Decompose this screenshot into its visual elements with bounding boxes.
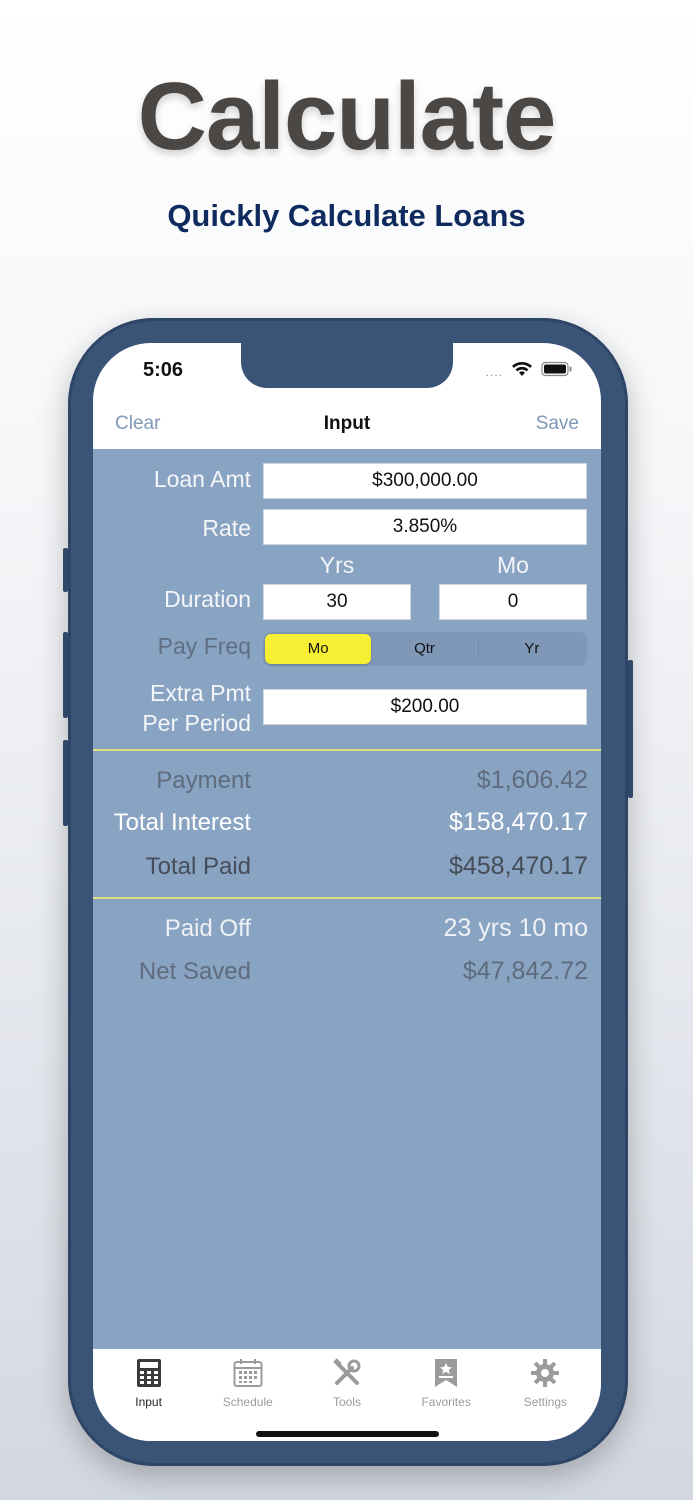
calendar-icon [203, 1355, 293, 1391]
total-paid-value: $458,470.17 [448, 852, 588, 880]
pay-freq-label: Pay Freq [157, 633, 251, 659]
wifi-icon [511, 361, 533, 382]
calculator-icon [104, 1355, 194, 1391]
total-interest-label: Total Interest [113, 809, 251, 836]
hero-subtitle: Quickly Calculate Loans [167, 198, 526, 233]
tab-input[interactable]: Input [104, 1349, 194, 1441]
home-indicator [256, 1431, 439, 1437]
pay-freq-yr[interactable]: Yr [479, 634, 585, 664]
tab-schedule-label: Schedule [222, 1395, 273, 1409]
save-button[interactable]: Save [536, 413, 579, 435]
loan-amt-field[interactable]: $300,000.00 [263, 463, 587, 499]
duration-mo-field[interactable]: 0 [439, 584, 587, 620]
tab-schedule[interactable]: Schedule [203, 1349, 293, 1441]
hero-title: Calculate [137, 63, 557, 170]
phone-power-button [628, 660, 633, 798]
duration-yrs-field[interactable]: 30 [263, 584, 411, 620]
notch [241, 343, 453, 388]
tab-bar: Input Schedule Tools Favorites Settings [93, 1349, 601, 1441]
nav-title: Input [323, 413, 371, 434]
paid-off-label: Paid Off [164, 915, 251, 942]
paid-off-value: 23 yrs 10 mo [443, 914, 588, 942]
phone-screen: 5:06 .... Clear Input Save Loan Amt $300… [93, 343, 601, 1441]
tab-favorites[interactable]: Favorites [401, 1349, 491, 1441]
gear-icon [500, 1355, 590, 1391]
rate-field[interactable]: 3.850% [263, 509, 587, 545]
bookmark-icon [401, 1355, 491, 1391]
payment-label: Payment [156, 767, 251, 794]
tab-input-label: Input [135, 1395, 162, 1409]
pay-freq-qtr[interactable]: Qtr [371, 634, 477, 664]
cellular-dots-icon: .... [485, 364, 503, 379]
yrs-header: Yrs [319, 552, 355, 578]
divider-line [93, 897, 601, 899]
tab-settings-label: Settings [523, 1395, 568, 1409]
payment-value: $1,606.42 [476, 766, 588, 794]
phone-volume-up [63, 632, 68, 718]
pay-freq-segmented-control: Mo Qtr Yr [263, 632, 587, 666]
input-panel: Loan Amt $300,000.00 Rate 3.850% Yrs Mo … [93, 449, 601, 1349]
net-saved-label: Net Saved [138, 958, 251, 985]
pay-freq-mo[interactable]: Mo [265, 634, 372, 664]
duration-label: Duration [164, 586, 251, 612]
tools-icon [302, 1355, 392, 1391]
total-paid-label: Total Paid [145, 853, 251, 880]
status-icons: .... [486, 361, 573, 382]
divider-line [93, 749, 601, 751]
tab-settings[interactable]: Settings [500, 1349, 590, 1441]
total-interest-value: $158,470.17 [448, 808, 588, 836]
net-saved-value: $47,842.72 [462, 957, 588, 985]
tab-favorites-label: Favorites [421, 1395, 471, 1409]
status-time: 5:06 [143, 359, 184, 381]
extra-pmt-field[interactable]: $200.00 [263, 689, 587, 725]
phone-mute-switch [63, 548, 68, 592]
nav-bar: Clear Input Save [93, 403, 601, 451]
mo-header: Mo [497, 552, 529, 578]
clear-button[interactable]: Clear [115, 413, 160, 435]
per-period-label: Per Period [142, 710, 251, 736]
loan-amt-label: Loan Amt [153, 466, 251, 492]
tab-tools[interactable]: Tools [302, 1349, 392, 1441]
extra-pmt-label: Extra Pmt [150, 680, 251, 706]
phone-volume-down [63, 740, 68, 826]
battery-icon [541, 361, 573, 382]
tab-tools-label: Tools [332, 1395, 361, 1409]
rate-label: Rate [202, 515, 251, 541]
